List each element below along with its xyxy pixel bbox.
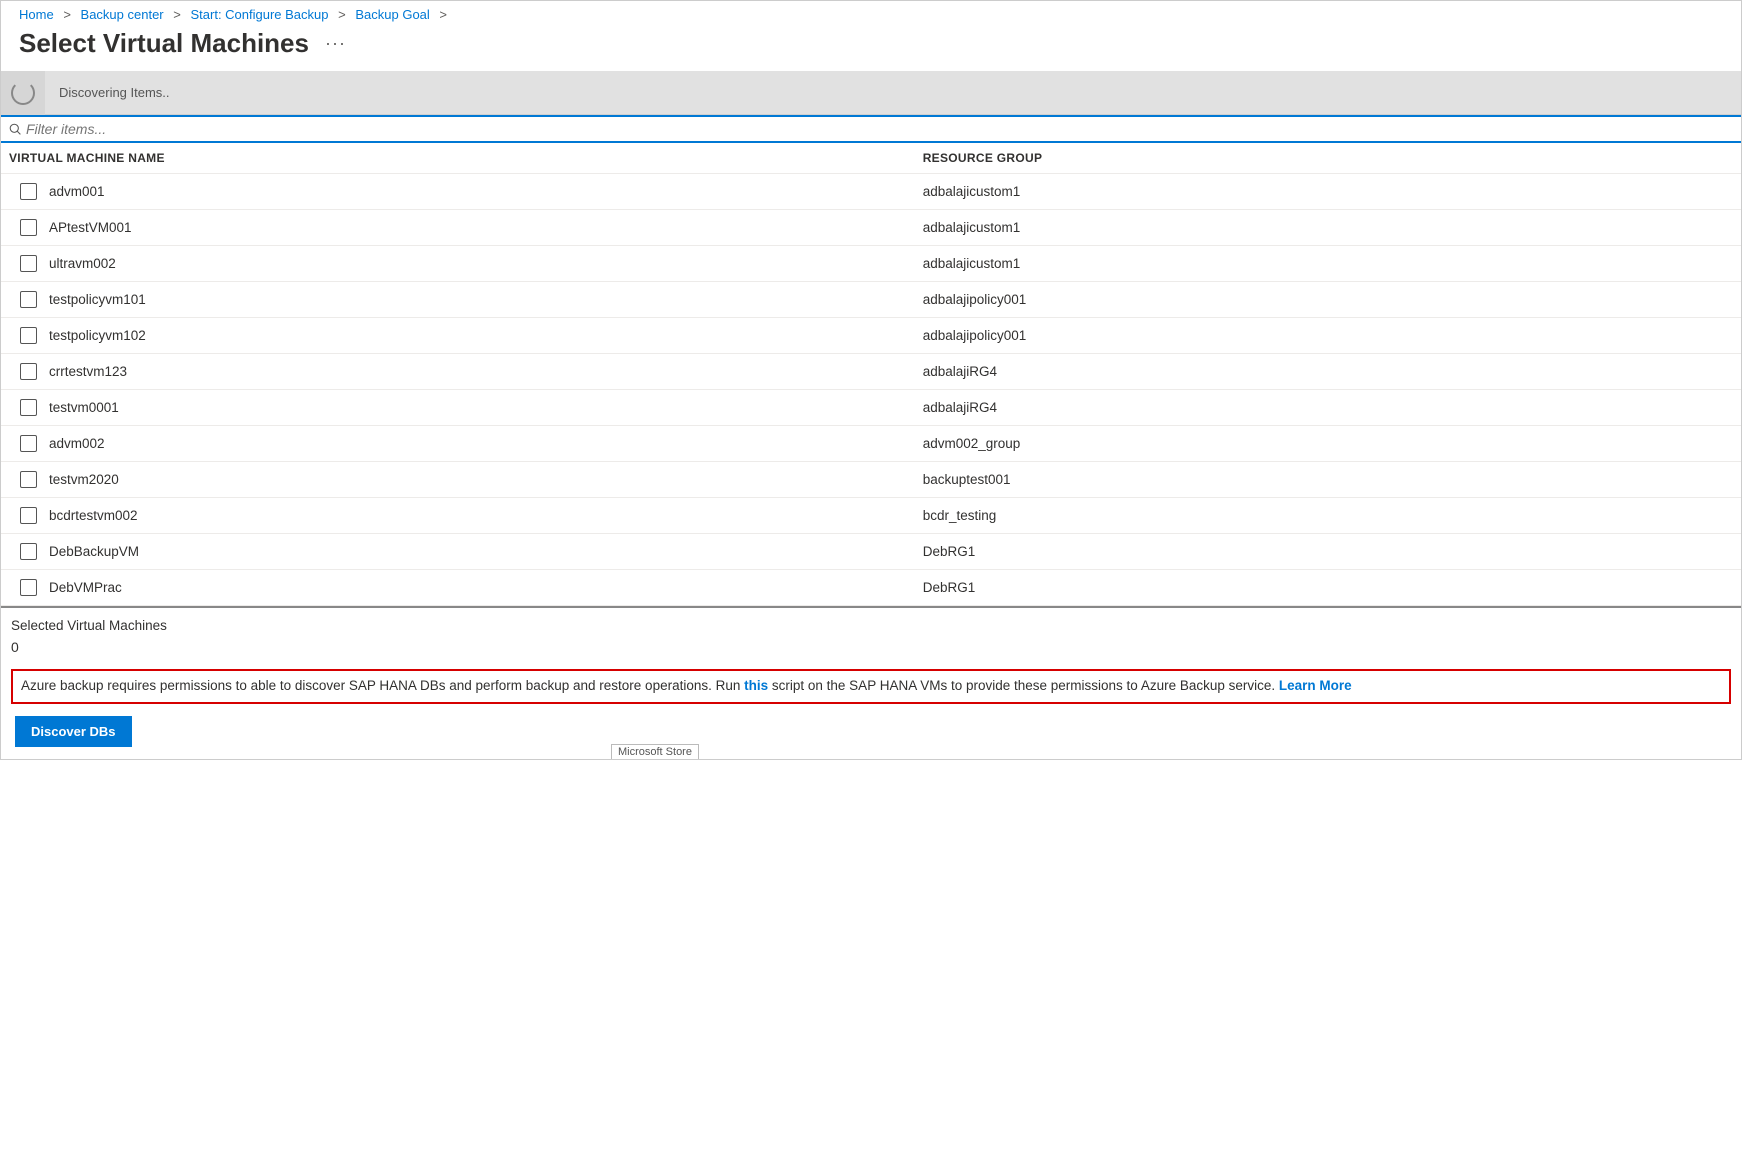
row-checkbox[interactable] (20, 327, 37, 344)
search-icon (9, 123, 22, 136)
status-bar: Discovering Items.. (1, 71, 1741, 115)
vm-name-cell: ultravm002 (49, 256, 116, 271)
table-row[interactable]: testvm0001 adbalajiRG4 (1, 390, 1741, 426)
resource-group-cell: adbalajiRG4 (923, 400, 997, 415)
row-checkbox[interactable] (20, 543, 37, 560)
vm-name-cell: testvm0001 (49, 400, 119, 415)
vm-table-body: advm001 adbalajicustom1 APtestVM001 adbalaj… (1, 174, 1741, 606)
table-row[interactable]: ultravm002 adbalajicustom1 (1, 246, 1741, 282)
row-checkbox[interactable] (20, 363, 37, 380)
column-header-resource-group[interactable]: RESOURCE GROUP (923, 151, 1733, 165)
learn-more-link[interactable]: Learn More (1279, 678, 1352, 693)
row-checkbox[interactable] (20, 507, 37, 524)
resource-group-cell: DebRG1 (923, 544, 976, 559)
spinner-container (1, 71, 45, 115)
breadcrumb: Home > Backup center > Start: Configure … (1, 1, 1741, 24)
resource-group-cell: bcdr_testing (923, 508, 997, 523)
resource-group-cell: adbalajipolicy001 (923, 328, 1027, 343)
filter-input[interactable] (22, 119, 1733, 139)
breadcrumb-home[interactable]: Home (19, 7, 54, 22)
microsoft-store-tooltip: Microsoft Store (611, 744, 699, 759)
script-link[interactable]: this (744, 678, 768, 693)
selected-vms-count: 0 (1, 639, 1741, 669)
row-checkbox[interactable] (20, 255, 37, 272)
row-checkbox[interactable] (20, 219, 37, 236)
row-checkbox[interactable] (20, 435, 37, 452)
resource-group-cell: DebRG1 (923, 580, 976, 595)
row-checkbox[interactable] (20, 471, 37, 488)
resource-group-cell: advm002_group (923, 436, 1021, 451)
selected-vms-label: Selected Virtual Machines (1, 608, 1741, 639)
vm-name-cell: DebBackupVM (49, 544, 139, 559)
table-row[interactable]: testpolicyvm101 adbalajipolicy001 (1, 282, 1741, 318)
vm-name-cell: testpolicyvm101 (49, 292, 146, 307)
discover-dbs-button[interactable]: Discover DBs (15, 716, 132, 747)
column-header-vm-name[interactable]: VIRTUAL MACHINE NAME (9, 151, 923, 165)
chevron-right-icon: > (338, 7, 346, 22)
table-row[interactable]: testpolicyvm102 adbalajipolicy001 (1, 318, 1741, 354)
vm-name-cell: advm001 (49, 184, 105, 199)
table-row[interactable]: bcdrtestvm002 bcdr_testing (1, 498, 1741, 534)
vm-name-cell: advm002 (49, 436, 105, 451)
vm-name-cell: bcdrtestvm002 (49, 508, 138, 523)
info-text-pre: Azure backup requires permissions to abl… (21, 678, 744, 693)
breadcrumb-backup-center[interactable]: Backup center (81, 7, 164, 22)
table-row[interactable]: APtestVM001 adbalajicustom1 (1, 210, 1741, 246)
row-checkbox[interactable] (20, 291, 37, 308)
resource-group-cell: adbalajipolicy001 (923, 292, 1027, 307)
resource-group-cell: adbalajicustom1 (923, 220, 1021, 235)
vm-name-cell: DebVMPrac (49, 580, 122, 595)
table-row[interactable]: testvm2020 backuptest001 (1, 462, 1741, 498)
resource-group-cell: adbalajicustom1 (923, 184, 1021, 199)
table-row[interactable]: advm002 advm002_group (1, 426, 1741, 462)
row-checkbox[interactable] (20, 579, 37, 596)
page-title: Select Virtual Machines (19, 28, 309, 59)
vm-name-cell: testvm2020 (49, 472, 119, 487)
table-row[interactable]: DebBackupVM DebRG1 (1, 534, 1741, 570)
more-actions-icon[interactable]: ··· (325, 33, 346, 54)
chevron-right-icon: > (173, 7, 181, 22)
vm-name-cell: APtestVM001 (49, 220, 132, 235)
table-header: VIRTUAL MACHINE NAME RESOURCE GROUP (1, 143, 1741, 174)
info-text-post: script on the SAP HANA VMs to provide th… (768, 678, 1279, 693)
row-checkbox[interactable] (20, 183, 37, 200)
table-row[interactable]: crrtestvm123 adbalajiRG4 (1, 354, 1741, 390)
permissions-info-banner: Azure backup requires permissions to abl… (11, 669, 1731, 704)
resource-group-cell: adbalajiRG4 (923, 364, 997, 379)
row-checkbox[interactable] (20, 399, 37, 416)
resource-group-cell: adbalajicustom1 (923, 256, 1021, 271)
vm-name-cell: crrtestvm123 (49, 364, 127, 379)
breadcrumb-configure-backup[interactable]: Start: Configure Backup (190, 7, 328, 22)
breadcrumb-backup-goal[interactable]: Backup Goal (355, 7, 429, 22)
resource-group-cell: backuptest001 (923, 472, 1011, 487)
chevron-right-icon: > (63, 7, 71, 22)
vm-name-cell: testpolicyvm102 (49, 328, 146, 343)
table-row[interactable]: DebVMPrac DebRG1 (1, 570, 1741, 606)
filter-bar (1, 115, 1741, 143)
chevron-right-icon: > (439, 7, 447, 22)
loading-spinner-icon (11, 81, 35, 105)
table-row[interactable]: advm001 adbalajicustom1 (1, 174, 1741, 210)
status-text: Discovering Items.. (45, 85, 170, 100)
